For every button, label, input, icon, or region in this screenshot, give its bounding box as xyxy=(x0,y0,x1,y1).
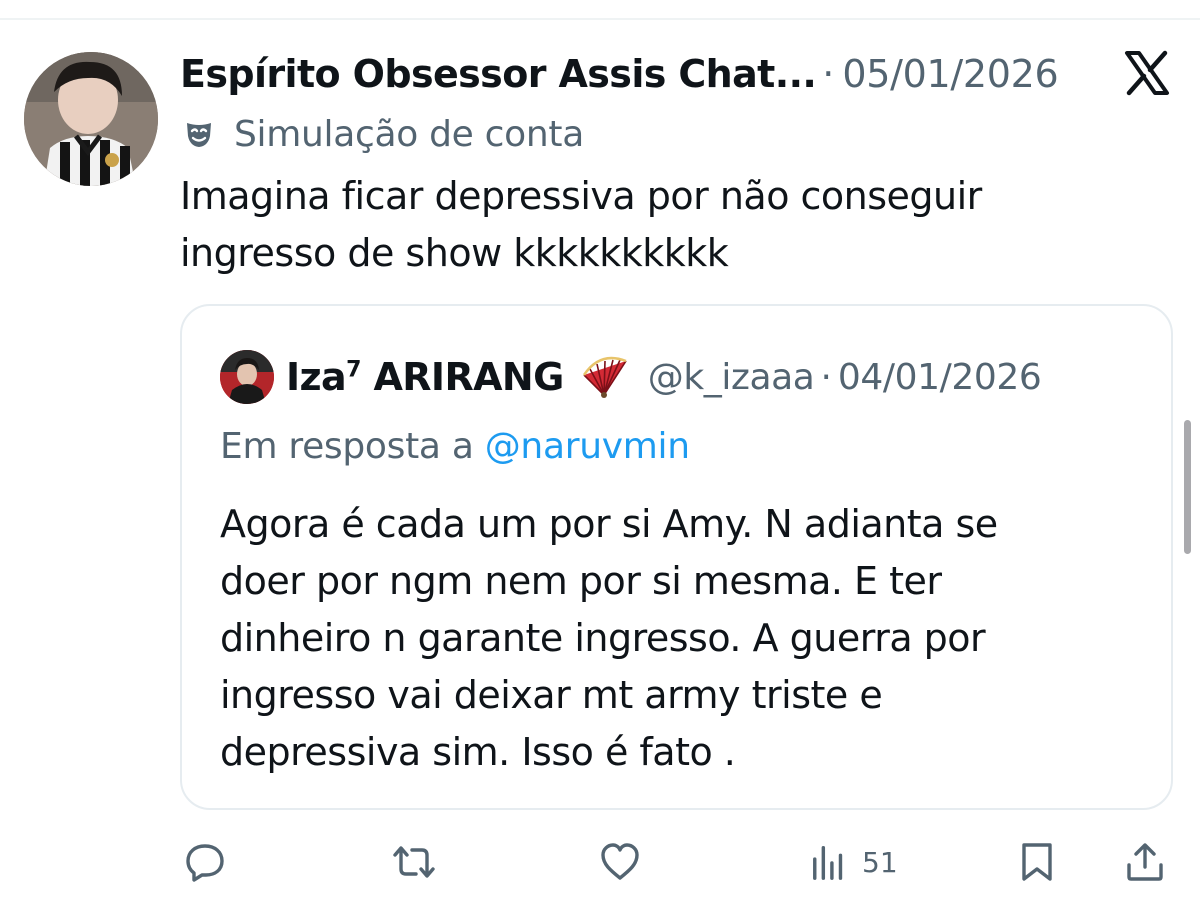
reply-icon xyxy=(186,844,224,882)
views-button[interactable]: 51 xyxy=(810,840,898,884)
post-text: Imagina ficar depressiva por não consegu… xyxy=(180,174,982,275)
retweet-button[interactable] xyxy=(390,840,438,884)
quoted-author-name-suffix: ARIRANG xyxy=(360,355,564,399)
reply-prefix: Em resposta a xyxy=(220,426,485,467)
like-button[interactable] xyxy=(599,840,641,884)
quoted-author-handle[interactable]: @k_izaaa xyxy=(648,357,815,398)
quoted-author-name[interactable]: Iza7 ARIRANG xyxy=(286,355,564,399)
post-date[interactable]: 05/01/2026 xyxy=(842,52,1058,96)
like-icon xyxy=(601,843,639,880)
author-name[interactable]: Espírito Obsessor Assis Chat... xyxy=(180,52,817,96)
action-bar: 51 xyxy=(0,832,1200,892)
x-logo-icon[interactable] xyxy=(1124,50,1170,96)
retweet-icon xyxy=(393,846,435,878)
scrollbar[interactable] xyxy=(1184,420,1191,554)
quoted-author-avatar[interactable] xyxy=(220,350,274,404)
views-icon xyxy=(813,846,843,880)
reply-context: Em resposta a @naruvmin xyxy=(220,426,690,467)
quoted-author-name-text: Iza xyxy=(286,355,347,399)
post-header: Espírito Obsessor Assis Chat... · 05/01/… xyxy=(180,48,1059,100)
account-simulation-text: Simulação de conta xyxy=(234,113,584,155)
views-count: 51 xyxy=(862,845,898,879)
header-separator: · xyxy=(822,52,835,96)
quoted-avatar-image xyxy=(220,350,274,404)
bookmark-icon xyxy=(1022,843,1052,881)
quoted-post-card[interactable]: Iza7 ARIRANG @k_izaaa · 04/01/2026 Em re… xyxy=(180,304,1173,810)
account-simulation-label: Simulação de conta xyxy=(184,110,584,158)
quoted-post-date[interactable]: 04/01/2026 xyxy=(838,357,1042,398)
quoted-post-header: Iza7 ARIRANG @k_izaaa · 04/01/2026 xyxy=(286,350,1042,404)
quoted-post-text: Agora é cada um por si Amy. N adianta se… xyxy=(220,502,998,774)
reply-button[interactable] xyxy=(184,840,226,884)
fan-emoji-icon xyxy=(582,356,627,398)
share-icon xyxy=(1127,843,1163,881)
author-avatar[interactable] xyxy=(24,52,158,186)
author-avatar-image xyxy=(24,52,158,186)
reply-handle-link[interactable]: @naruvmin xyxy=(485,426,690,467)
quoted-author-name-superscript: 7 xyxy=(346,357,361,383)
quoted-header-separator: · xyxy=(820,356,832,398)
share-button[interactable] xyxy=(1124,840,1166,884)
top-divider xyxy=(0,18,1200,20)
mask-icon xyxy=(187,123,211,147)
bookmark-button[interactable] xyxy=(1016,840,1058,884)
